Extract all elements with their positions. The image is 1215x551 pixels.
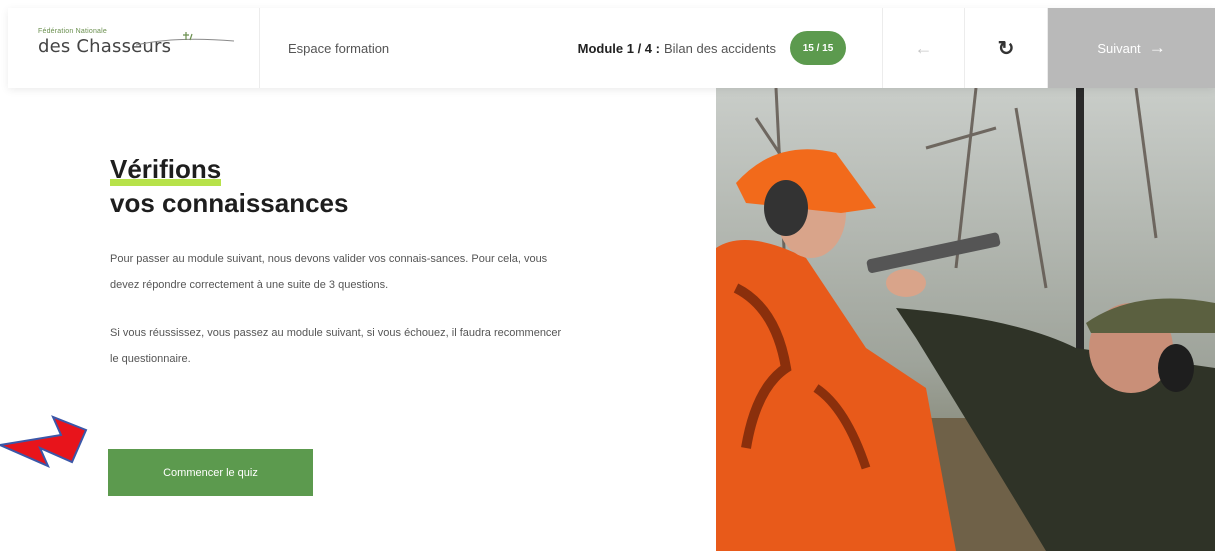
page-title: Vérifions vos connaissances <box>110 152 580 220</box>
start-quiz-button[interactable]: Commencer le quiz <box>108 449 313 496</box>
hunters-photo <box>716 88 1215 551</box>
espace-formation-link[interactable]: Espace formation <box>260 8 510 88</box>
progress-badge: 15 / 15 <box>790 31 846 65</box>
intro-section: Vérifions vos connaissances Pour passer … <box>110 152 580 372</box>
rules-paragraph: Si vous réussissez, vous passez au modul… <box>110 327 562 365</box>
title-line-2: vos connaissances <box>110 188 349 218</box>
logo[interactable]: Fédération Nationale des Chasseurs <box>8 8 260 88</box>
title-line-1: Vérifions <box>110 152 222 186</box>
module-title: Bilan des accidents <box>663 40 776 56</box>
annotation-arrow-icon <box>0 415 88 468</box>
module-indicator: Module 1 / 4 : Bilan des accidents 15 / … <box>510 8 883 88</box>
arrow-right-icon: → <box>1148 38 1166 57</box>
refresh-button[interactable]: ↻ <box>965 8 1048 88</box>
refresh-icon: ↻ <box>997 37 1015 60</box>
intro-paragraph: Pour passer au module suivant, nous devo… <box>110 253 548 291</box>
module-prefix: Module 1 / 4 : <box>577 40 660 56</box>
logo-swoosh-icon <box>136 32 235 46</box>
next-button[interactable]: Suivant → <box>1048 8 1215 88</box>
hunters-image <box>716 88 1215 551</box>
top-bar: Fédération Nationale des Chasseurs Espac… <box>8 8 1215 88</box>
arrow-left-icon: ← <box>914 37 933 58</box>
back-button[interactable]: ← <box>883 8 965 88</box>
next-label: Suivant <box>1097 40 1141 56</box>
